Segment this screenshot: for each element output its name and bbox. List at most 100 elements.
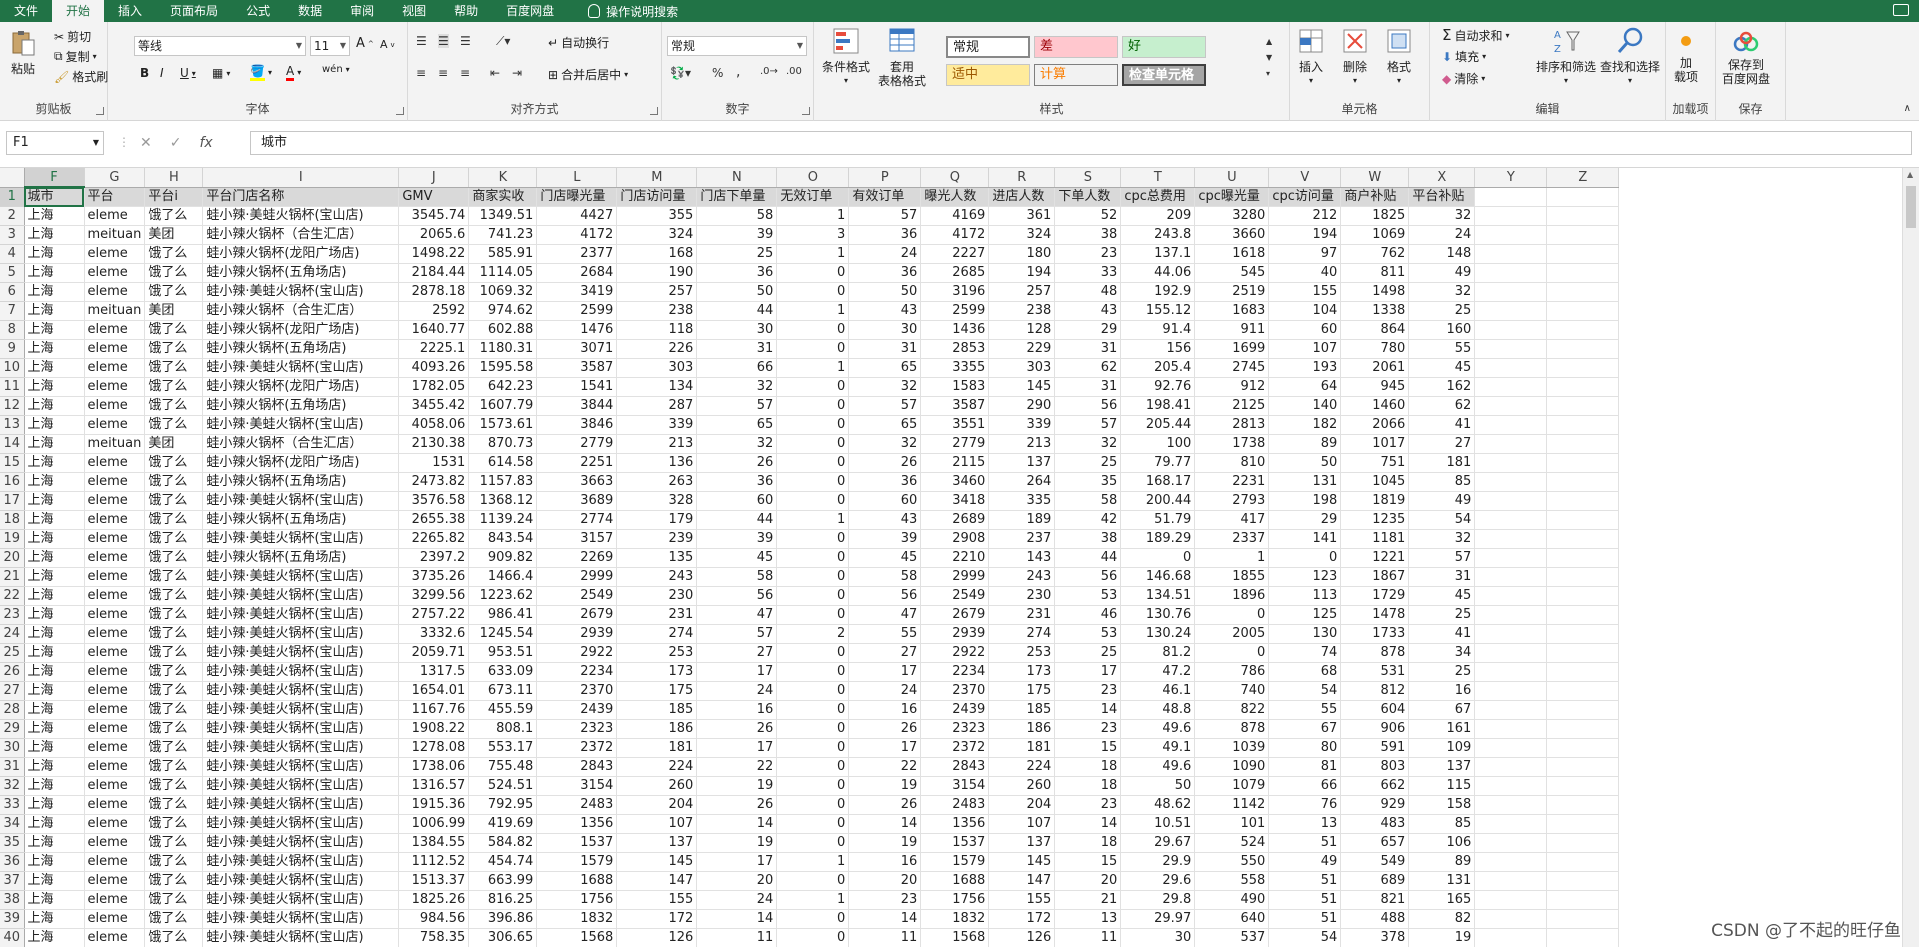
cell[interactable]: 0 xyxy=(776,453,850,473)
cell[interactable]: 38 xyxy=(1054,225,1122,245)
cell[interactable]: eleme xyxy=(84,377,146,397)
column-header[interactable]: O xyxy=(776,168,850,188)
row-header[interactable]: 9 xyxy=(0,339,25,359)
row-header[interactable]: 11 xyxy=(0,377,25,397)
cell[interactable]: 饿了么 xyxy=(144,776,204,796)
cell[interactable]: 2397.2 xyxy=(398,548,470,568)
cell[interactable]: 780 xyxy=(1340,339,1410,359)
cell[interactable]: 4172 xyxy=(920,225,990,245)
cell[interactable]: 253 xyxy=(616,643,698,663)
style-normal[interactable]: 常规 xyxy=(946,36,1030,58)
cell[interactable]: 1338 xyxy=(1340,301,1410,321)
cell[interactable]: 1 xyxy=(776,358,850,378)
cell[interactable]: 205.4 xyxy=(1120,358,1196,378)
cell[interactable]: 38 xyxy=(1054,529,1122,549)
cell[interactable]: 137.1 xyxy=(1120,244,1196,264)
cell[interactable] xyxy=(1546,377,1620,397)
cell[interactable]: 2793 xyxy=(1194,491,1270,511)
cell[interactable]: 126 xyxy=(616,928,698,947)
cell[interactable]: 1466.4 xyxy=(468,567,538,587)
cell[interactable] xyxy=(1474,928,1548,947)
cell[interactable]: 243.8 xyxy=(1120,225,1196,245)
cell[interactable]: 558 xyxy=(1194,871,1270,891)
cell[interactable]: 3154 xyxy=(536,776,618,796)
cell[interactable]: 2549 xyxy=(536,586,618,606)
cell[interactable]: 2234 xyxy=(536,662,618,682)
cell[interactable]: 上海 xyxy=(24,567,85,587)
cell[interactable]: 0 xyxy=(776,738,850,758)
cell[interactable] xyxy=(1546,852,1620,872)
cell[interactable]: 101 xyxy=(1194,814,1270,834)
column-header[interactable]: T xyxy=(1120,168,1196,188)
cell[interactable]: 饿了么 xyxy=(144,757,204,777)
increase-indent-icon[interactable]: ⇥ xyxy=(512,66,522,80)
cell[interactable]: 3196 xyxy=(920,282,990,302)
column-header[interactable]: P xyxy=(848,168,922,188)
cell[interactable]: 上海 xyxy=(24,415,85,435)
cell[interactable]: 135 xyxy=(616,548,698,568)
cell[interactable]: eleme xyxy=(84,662,146,682)
vertical-scrollbar[interactable]: ▲ xyxy=(1902,168,1919,947)
header-cell[interactable]: 下单人数 xyxy=(1054,187,1122,207)
cell[interactable]: 1114.05 xyxy=(468,263,538,283)
row-header[interactable]: 30 xyxy=(0,738,25,758)
orientation-icon[interactable]: ⟋▾ xyxy=(496,34,510,49)
cell[interactable]: 蛙小辣·美蛙火锅杯(宝山店) xyxy=(202,719,400,739)
cell[interactable]: 2757.22 xyxy=(398,605,470,625)
font-launcher-icon[interactable] xyxy=(396,107,404,115)
cell[interactable]: 864 xyxy=(1340,320,1410,340)
cell[interactable]: eleme xyxy=(84,453,146,473)
cell[interactable]: 4058.06 xyxy=(398,415,470,435)
cell[interactable]: 3576.58 xyxy=(398,491,470,511)
row-header[interactable]: 2 xyxy=(0,206,25,226)
cell[interactable]: 1825.26 xyxy=(398,890,470,910)
cell[interactable]: 饿了么 xyxy=(144,662,204,682)
cell[interactable]: 137 xyxy=(988,833,1056,853)
cell[interactable]: 11 xyxy=(1054,928,1122,947)
cell[interactable]: 3157 xyxy=(536,529,618,549)
cell[interactable]: 226 xyxy=(616,339,698,359)
cell[interactable]: 1180.31 xyxy=(468,339,538,359)
cell[interactable]: 49 xyxy=(1408,491,1476,511)
cell[interactable]: 上海 xyxy=(24,890,85,910)
cell[interactable]: 192.9 xyxy=(1120,282,1196,302)
cell[interactable]: 231 xyxy=(616,605,698,625)
cell[interactable]: 57 xyxy=(848,396,922,416)
cell[interactable]: 1112.52 xyxy=(398,852,470,872)
select-all-corner[interactable] xyxy=(0,168,25,188)
cell[interactable] xyxy=(1546,396,1620,416)
header-cell[interactable]: 平台补贴 xyxy=(1408,187,1476,207)
cell[interactable]: 128 xyxy=(988,320,1056,340)
cell[interactable]: 上海 xyxy=(24,814,85,834)
cell[interactable]: 1579 xyxy=(920,852,990,872)
cancel-icon[interactable]: ✕ xyxy=(140,131,152,155)
cell[interactable] xyxy=(1474,852,1548,872)
cell[interactable]: 130 xyxy=(1268,624,1342,644)
cell[interactable]: 66 xyxy=(1268,776,1342,796)
cell[interactable]: 812 xyxy=(1340,681,1410,701)
font-name-combo[interactable]: 等线 ▼ xyxy=(134,36,306,56)
header-cell[interactable]: 门店曝光量 xyxy=(536,187,618,207)
cell[interactable]: eleme xyxy=(84,282,146,302)
cell[interactable]: 303 xyxy=(988,358,1056,378)
cell[interactable]: 3355 xyxy=(920,358,990,378)
cell[interactable] xyxy=(1474,225,1548,245)
cell[interactable] xyxy=(1546,757,1620,777)
cell[interactable]: 14 xyxy=(696,909,778,929)
tab-2[interactable]: 插入 xyxy=(104,0,156,22)
percent-button[interactable]: % xyxy=(712,66,723,80)
cell[interactable]: 550 xyxy=(1194,852,1270,872)
cell[interactable] xyxy=(1546,434,1620,454)
cell[interactable] xyxy=(1546,795,1620,815)
cell[interactable]: 56 xyxy=(848,586,922,606)
font-color-button[interactable]: A ▾ xyxy=(286,64,301,81)
fill-color-button[interactable]: 🪣 ▾ xyxy=(250,64,272,81)
header-cell[interactable]: 无效订单 xyxy=(776,187,850,207)
cell[interactable]: 194 xyxy=(1268,225,1342,245)
cell[interactable]: 531 xyxy=(1340,662,1410,682)
cell[interactable]: meituan xyxy=(84,434,146,454)
cell[interactable]: 58 xyxy=(696,567,778,587)
cell[interactable] xyxy=(1546,719,1620,739)
style-bad[interactable]: 差 xyxy=(1034,36,1118,58)
cell[interactable]: 14 xyxy=(1054,814,1122,834)
